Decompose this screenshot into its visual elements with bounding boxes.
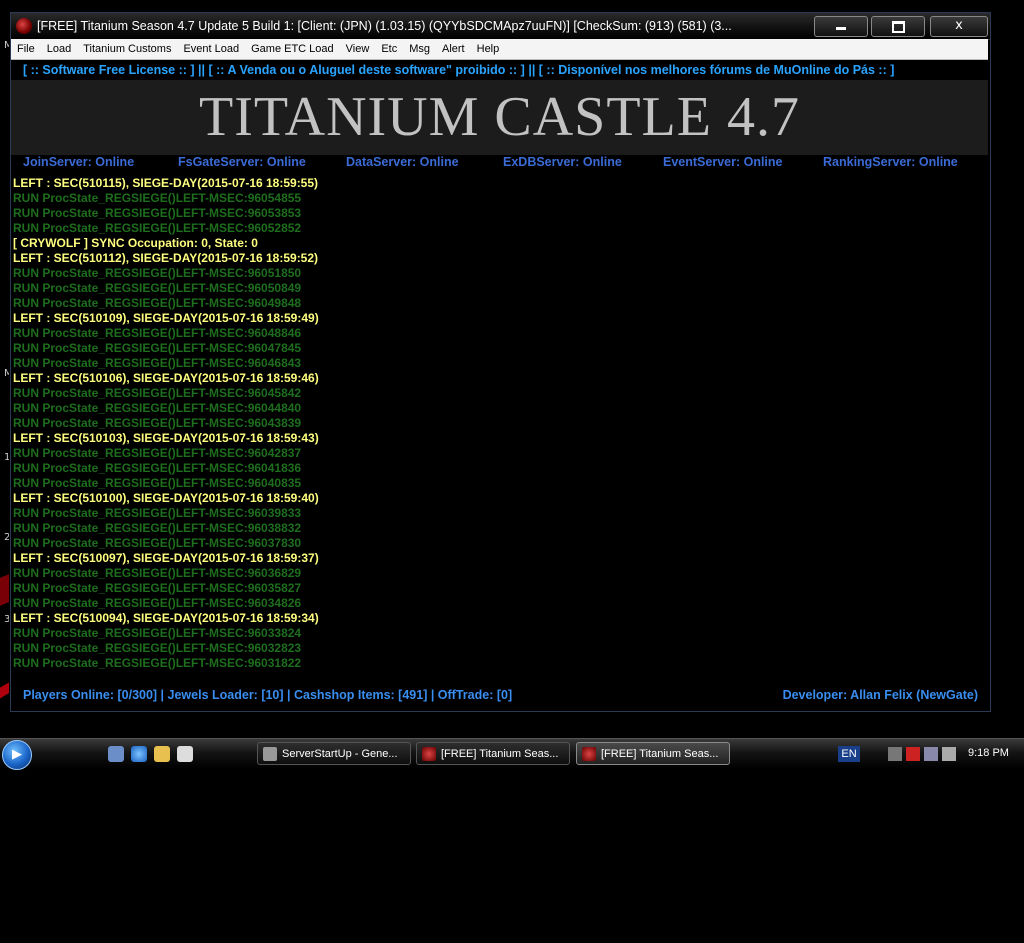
log-line: LEFT : SEC(510097), SIEGE-DAY(2015-07-16… [13,551,319,565]
menu-msg[interactable]: Msg [403,39,436,59]
server-status: RankingServer: Online [823,155,958,169]
windows-logo-icon: ▶ [12,747,22,762]
minimize-icon [836,27,846,30]
log-line: RUN ProcState_REGSIEGE()LEFT-MSEC:960408… [13,476,302,490]
server-stats: Players Online: [0/300] | Jewels Loader:… [23,688,513,702]
log-line: RUN ProcState_REGSIEGE()LEFT-MSEC:960538… [13,206,302,220]
menu-help[interactable]: Help [471,39,506,59]
server-status: EventServer: Online [663,155,783,169]
log-line: RUN ProcState_REGSIEGE()LEFT-MSEC:960328… [13,641,302,655]
log-line: LEFT : SEC(510112), SIEGE-DAY(2015-07-16… [13,251,319,265]
log-line: RUN ProcState_REGSIEGE()LEFT-MSEC:960488… [13,326,302,340]
log-line: RUN ProcState_REGSIEGE()LEFT-MSEC:960528… [13,221,302,235]
serverstartup-icon [263,747,277,761]
log-line: RUN ProcState_REGSIEGE()LEFT-MSEC:960318… [13,656,302,670]
log-line: RUN ProcState_REGSIEGE()LEFT-MSEC:960438… [13,416,302,430]
title-bar[interactable]: [FREE] Titanium Season 4.7 Update 5 Buil… [11,13,990,40]
log-line: RUN ProcState_REGSIEGE()LEFT-MSEC:960368… [13,566,302,580]
developer-credit: Developer: Allan Felix (NewGate) [782,688,978,702]
language-indicator[interactable]: EN [838,746,860,762]
log-line: RUN ProcState_REGSIEGE()LEFT-MSEC:960478… [13,341,302,355]
volume-icon[interactable] [942,747,956,761]
close-button[interactable]: x [930,16,988,37]
log-line: RUN ProcState_REGSIEGE()LEFT-MSEC:960468… [13,356,302,370]
internet-explorer-icon[interactable] [131,746,147,762]
banner-title: TITANIUM CASTLE 4.7 [199,86,800,148]
log-line: RUN ProcState_REGSIEGE()LEFT-MSEC:960548… [13,191,302,205]
tray-icon[interactable] [888,747,902,761]
menu-load[interactable]: Load [41,39,77,59]
taskbar: ▶ ServerStartUp - Gene... [FREE] Titaniu… [0,738,1024,770]
log-line: RUN ProcState_REGSIEGE()LEFT-MSEC:960348… [13,596,302,610]
log-line: RUN ProcState_REGSIEGE()LEFT-MSEC:960338… [13,626,302,640]
log-line: RUN ProcState_REGSIEGE()LEFT-MSEC:960358… [13,581,302,595]
server-status: ExDBServer: Online [503,155,622,169]
menu-etc[interactable]: Etc [375,39,403,59]
app-icon [16,18,32,34]
titanium-icon [582,747,596,761]
menu-alert[interactable]: Alert [436,39,471,59]
start-button[interactable]: ▶ [2,740,32,770]
show-desktop-icon[interactable] [108,746,124,762]
log-console[interactable]: LEFT : SEC(510115), SIEGE-DAY(2015-07-16… [13,176,973,671]
clock[interactable]: 9:18 PM [968,747,1009,759]
log-line: RUN ProcState_REGSIEGE()LEFT-MSEC:960458… [13,386,302,400]
menu-bar: File Load Titanium Customs Event Load Ga… [11,39,988,60]
notepad-icon[interactable] [177,746,193,762]
network-icon[interactable] [924,747,938,761]
titanium-server-window: [FREE] Titanium Season 4.7 Update 5 Buil… [10,12,991,712]
log-line: LEFT : SEC(510115), SIEGE-DAY(2015-07-16… [13,176,319,190]
folder-icon[interactable] [154,746,170,762]
menu-event-load[interactable]: Event Load [177,39,245,59]
minimize-button[interactable] [814,16,868,37]
log-line: LEFT : SEC(510109), SIEGE-DAY(2015-07-16… [13,311,319,325]
taskbar-item-label: [FREE] Titanium Seas... [441,748,559,760]
menu-game-etc-load[interactable]: Game ETC Load [245,39,340,59]
taskbar-item-label: ServerStartUp - Gene... [282,748,398,760]
log-line: RUN ProcState_REGSIEGE()LEFT-MSEC:960518… [13,266,302,280]
window-title: [FREE] Titanium Season 4.7 Update 5 Buil… [37,19,732,33]
taskbar-item-label: [FREE] Titanium Seas... [601,748,719,760]
log-line: RUN ProcState_REGSIEGE()LEFT-MSEC:960508… [13,281,302,295]
log-line: RUN ProcState_REGSIEGE()LEFT-MSEC:960398… [13,506,302,520]
server-status: DataServer: Online [346,155,459,169]
close-icon: x [955,18,963,33]
antivirus-icon[interactable] [906,747,920,761]
log-line: [ CRYWOLF ] SYNC Occupation: 0, State: 0 [13,236,258,250]
menu-view[interactable]: View [340,39,376,59]
log-line: LEFT : SEC(510100), SIEGE-DAY(2015-07-16… [13,491,319,505]
log-line: LEFT : SEC(510106), SIEGE-DAY(2015-07-16… [13,371,319,385]
server-status: FsGateServer: Online [178,155,306,169]
taskbar-item[interactable]: ServerStartUp - Gene... [257,742,411,765]
log-line: LEFT : SEC(510103), SIEGE-DAY(2015-07-16… [13,431,319,445]
log-line: RUN ProcState_REGSIEGE()LEFT-MSEC:960388… [13,521,302,535]
menu-file[interactable]: File [11,39,41,59]
server-status-bar: JoinServer: Online FsGateServer: Online … [23,155,983,175]
server-status: JoinServer: Online [23,155,135,169]
maximize-icon [891,21,905,33]
maximize-button[interactable] [871,16,925,37]
log-line: RUN ProcState_REGSIEGE()LEFT-MSEC:960448… [13,401,302,415]
log-line: LEFT : SEC(510094), SIEGE-DAY(2015-07-16… [13,611,319,625]
menu-titanium-customs[interactable]: Titanium Customs [77,39,177,59]
log-line: RUN ProcState_REGSIEGE()LEFT-MSEC:960418… [13,461,302,475]
log-line: RUN ProcState_REGSIEGE()LEFT-MSEC:960498… [13,296,302,310]
banner: TITANIUM CASTLE 4.7 [11,80,988,155]
titanium-icon [422,747,436,761]
log-line: RUN ProcState_REGSIEGE()LEFT-MSEC:960378… [13,536,302,550]
license-notice: [ :: Software Free License :: ] || [ :: … [11,60,988,80]
taskbar-item[interactable]: [FREE] Titanium Seas... [416,742,570,765]
log-line: RUN ProcState_REGSIEGE()LEFT-MSEC:960428… [13,446,302,460]
taskbar-item-active[interactable]: [FREE] Titanium Seas... [576,742,730,765]
